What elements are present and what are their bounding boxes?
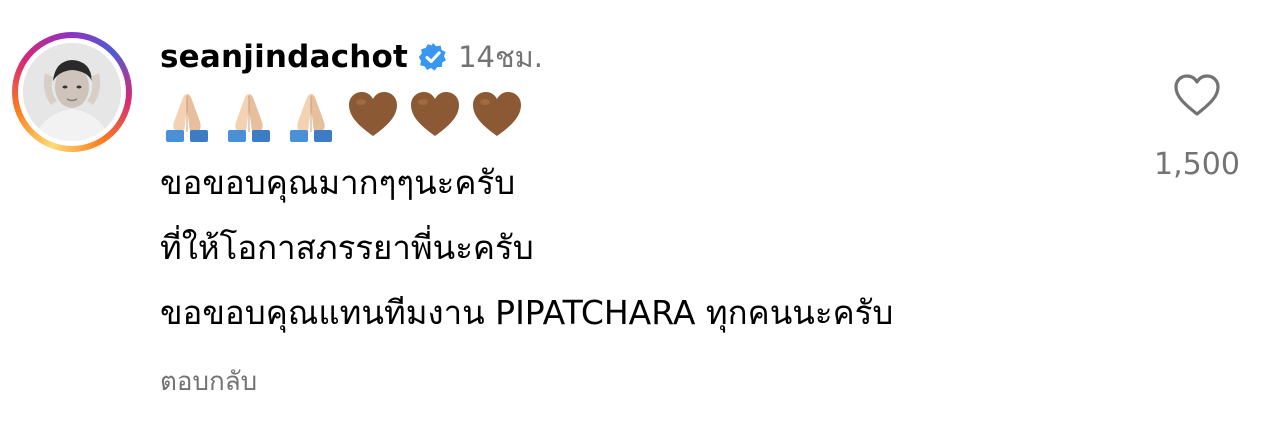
reply-button[interactable]: ตอบกลับ [160, 362, 257, 402]
avatar-border [18, 38, 126, 146]
comment-text-line: ขอขอบคุณแทนทีมงาน PIPATCHARA ทุกคนนะครับ [160, 293, 894, 332]
folded-hands-icon [284, 88, 338, 142]
verified-badge-icon [418, 42, 448, 72]
folded-hands-icon [160, 88, 214, 142]
comment-header: seanjindachot 14ชม. [160, 34, 543, 80]
story-ring[interactable] [12, 32, 132, 152]
brown-heart-icon [346, 88, 400, 142]
comment-text-line: ขอขอบคุณมากๆๆนะครับ [160, 163, 516, 202]
comment: seanjindachot 14ชม. ขอขอบคุณมากๆๆนะครับ … [0, 0, 1280, 439]
timestamp: 14ชม. [458, 40, 543, 74]
heart-icon[interactable] [1172, 72, 1222, 118]
emoji-row [160, 88, 532, 142]
avatar-photo-icon [23, 43, 121, 141]
username[interactable]: seanjindachot [160, 39, 408, 75]
brown-heart-icon [408, 88, 462, 142]
comment-text-line: ที่ให้โอกาสภรรยาพี่นะครับ [160, 228, 534, 267]
like-count: 1,500 [1154, 147, 1240, 182]
folded-hands-icon [222, 88, 276, 142]
brown-heart-icon [470, 88, 524, 142]
avatar[interactable] [23, 43, 121, 141]
